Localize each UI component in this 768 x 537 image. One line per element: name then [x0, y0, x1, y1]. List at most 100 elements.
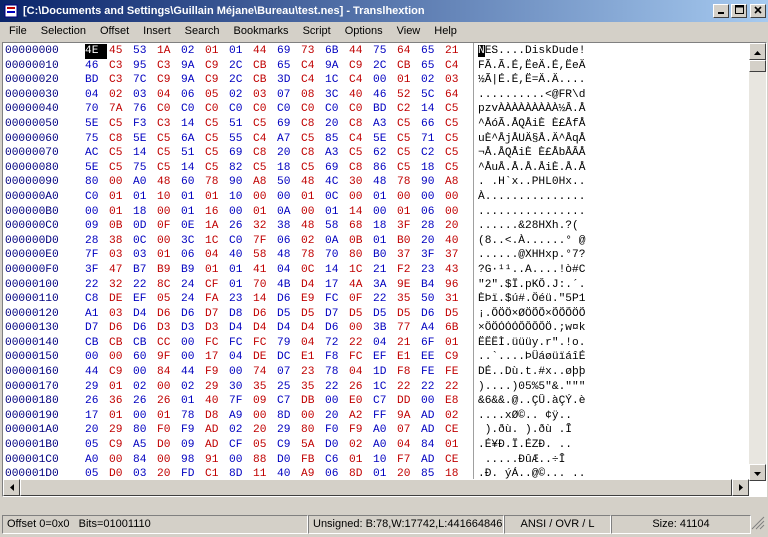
- hex-byte[interactable]: 17: [85, 409, 107, 424]
- hex-byte[interactable]: 00: [229, 365, 251, 380]
- hex-byte[interactable]: 22: [397, 380, 419, 395]
- hex-row[interactable]: 00 00 60 9F 00 17 04 DE DC E1 F8 FC EF E1 EE C9: [85, 350, 469, 365]
- hex-byte[interactable]: B0: [397, 234, 419, 249]
- hex-byte[interactable]: 9A: [325, 59, 347, 74]
- hex-byte[interactable]: 05: [85, 438, 107, 453]
- menu-offset[interactable]: Offset: [93, 23, 136, 40]
- hex-byte[interactable]: 03: [445, 73, 467, 88]
- hex-byte[interactable]: C5: [157, 132, 179, 147]
- hex-byte[interactable]: D3: [181, 321, 203, 336]
- menu-file[interactable]: File: [2, 23, 34, 40]
- hex-row[interactable]: 3F 47 B7 B9 B9 01 01 41 04 0C 14 1C 21 F2 23 43: [85, 263, 469, 278]
- hex-byte[interactable]: FE: [421, 365, 443, 380]
- hex-byte[interactable]: 3F: [397, 219, 419, 234]
- hex-byte[interactable]: 75: [85, 132, 107, 147]
- hex-byte[interactable]: 02: [229, 423, 251, 438]
- hex-byte[interactable]: 2C: [373, 59, 395, 74]
- hex-byte[interactable]: F7: [85, 496, 107, 497]
- hex-byte[interactable]: D4: [229, 321, 251, 336]
- text-row[interactable]: À...............: [478, 190, 748, 205]
- text-row[interactable]: NES....DiskDude!: [478, 44, 748, 59]
- hex-byte[interactable]: C5: [205, 132, 227, 147]
- hex-byte[interactable]: D6: [325, 321, 347, 336]
- hex-byte[interactable]: 64: [397, 44, 419, 59]
- hex-byte[interactable]: C3: [157, 59, 179, 74]
- hex-byte[interactable]: D4: [133, 307, 155, 322]
- hex-byte[interactable]: C3: [157, 117, 179, 132]
- scroll-down-button[interactable]: [749, 464, 766, 481]
- hex-byte[interactable]: 0A: [325, 234, 347, 249]
- hex-byte[interactable]: 2C: [229, 73, 251, 88]
- hex-byte[interactable]: 21: [445, 44, 467, 59]
- hex-byte[interactable]: FC: [325, 292, 347, 307]
- hex-byte[interactable]: 07: [277, 88, 299, 103]
- hex-byte[interactable]: C0: [253, 102, 275, 117]
- hex-byte[interactable]: 77: [397, 321, 419, 336]
- hex-byte[interactable]: 65: [421, 59, 443, 74]
- text-row[interactable]: ?G·¹¹..A....!ò#C: [478, 263, 748, 278]
- hex-row[interactable]: C8 DE EF 05 24 FA 23 14 D6 E9 FC 0F 22 35 50 31: [85, 292, 469, 307]
- hex-byte[interactable]: 51: [229, 117, 251, 132]
- hex-byte[interactable]: 6B: [445, 321, 467, 336]
- hex-byte[interactable]: 0B: [109, 219, 131, 234]
- hex-byte[interactable]: 00: [133, 365, 155, 380]
- hex-byte[interactable]: A9: [229, 409, 251, 424]
- hex-row[interactable]: 22 32 22 8C 24 CF 01 70 4B D4 17 4A 3A 9E B4 96: [85, 278, 469, 293]
- hex-byte[interactable]: 7F: [229, 394, 251, 409]
- hex-byte[interactable]: C5: [109, 117, 131, 132]
- hex-byte[interactable]: 20: [421, 234, 443, 249]
- hex-byte[interactable]: 01: [157, 248, 179, 263]
- hex-byte[interactable]: A3: [325, 146, 347, 161]
- hex-byte[interactable]: C6: [325, 453, 347, 468]
- hex-byte[interactable]: 2C: [229, 59, 251, 74]
- hex-byte[interactable]: 00: [349, 190, 371, 205]
- hex-byte[interactable]: D3: [157, 321, 179, 336]
- hex-byte[interactable]: 0B: [349, 234, 371, 249]
- hex-byte[interactable]: C5: [445, 117, 467, 132]
- hex-byte[interactable]: F0: [157, 423, 179, 438]
- scroll-up-button[interactable]: [749, 43, 766, 60]
- hex-row[interactable]: 29 01 02 00 02 29 30 35 25 35 22 26 1C 22 22 22: [85, 380, 469, 395]
- hex-byte[interactable]: 44: [181, 365, 203, 380]
- hex-byte[interactable]: 88: [253, 453, 275, 468]
- hex-byte[interactable]: A8: [445, 175, 467, 190]
- hex-byte[interactable]: A0: [373, 423, 395, 438]
- hex-byte[interactable]: 8C: [157, 278, 179, 293]
- hex-byte[interactable]: C4: [253, 132, 275, 147]
- hex-byte[interactable]: 06: [277, 234, 299, 249]
- hex-byte[interactable]: FE: [445, 365, 467, 380]
- hex-byte[interactable]: A4: [421, 321, 443, 336]
- hex-byte[interactable]: FC: [349, 350, 371, 365]
- hex-byte[interactable]: 23: [301, 365, 323, 380]
- hex-byte[interactable]: C4: [445, 59, 467, 74]
- hex-byte[interactable]: 4A: [349, 278, 371, 293]
- hex-byte[interactable]: 90: [229, 175, 251, 190]
- hex-byte[interactable]: D5: [277, 307, 299, 322]
- hex-byte[interactable]: 78: [397, 175, 419, 190]
- text-row[interactable]: .É¥Ð.­Ï.ÉZÐ. ..: [478, 438, 748, 453]
- hex-byte[interactable]: 84: [157, 365, 179, 380]
- hex-byte[interactable]: D6: [253, 307, 275, 322]
- hex-byte[interactable]: 58: [325, 219, 347, 234]
- text-row[interactable]: ×ÖÖÓÓÓÔÔÔÔÖ.;w¤k: [478, 321, 748, 336]
- text-row[interactable]: ¬Å.ÅQÅiÈ È£ÅbÅÂÅ: [478, 146, 748, 161]
- hex-byte[interactable]: 01: [229, 278, 251, 293]
- scroll-left-button[interactable]: [3, 479, 20, 496]
- hex-byte[interactable]: 76: [133, 102, 155, 117]
- hex-byte[interactable]: 84: [133, 453, 155, 468]
- text-row[interactable]: &6&&.@..ÇÛ.àÇÝ.è: [478, 394, 748, 409]
- hex-byte[interactable]: 00: [109, 175, 131, 190]
- hex-byte[interactable]: 23: [421, 263, 443, 278]
- hex-byte[interactable]: EF: [373, 350, 395, 365]
- hex-byte[interactable]: A2: [349, 409, 371, 424]
- hex-byte[interactable]: D5: [301, 307, 323, 322]
- hex-byte[interactable]: AC: [85, 146, 107, 161]
- hex-byte[interactable]: C4: [349, 132, 371, 147]
- hex-byte[interactable]: F8: [325, 350, 347, 365]
- hex-byte[interactable]: 00: [325, 394, 347, 409]
- hex-byte[interactable]: 5E: [373, 132, 395, 147]
- text-row[interactable]: FÃ.Ã.É,ËeÄ.É,ËeÄ: [478, 59, 748, 74]
- hex-row[interactable]: F7202FC3A548C901D00D20C6A9FF85: [85, 496, 469, 497]
- hex-byte[interactable]: C0: [85, 190, 107, 205]
- hex-byte[interactable]: 20: [325, 409, 347, 424]
